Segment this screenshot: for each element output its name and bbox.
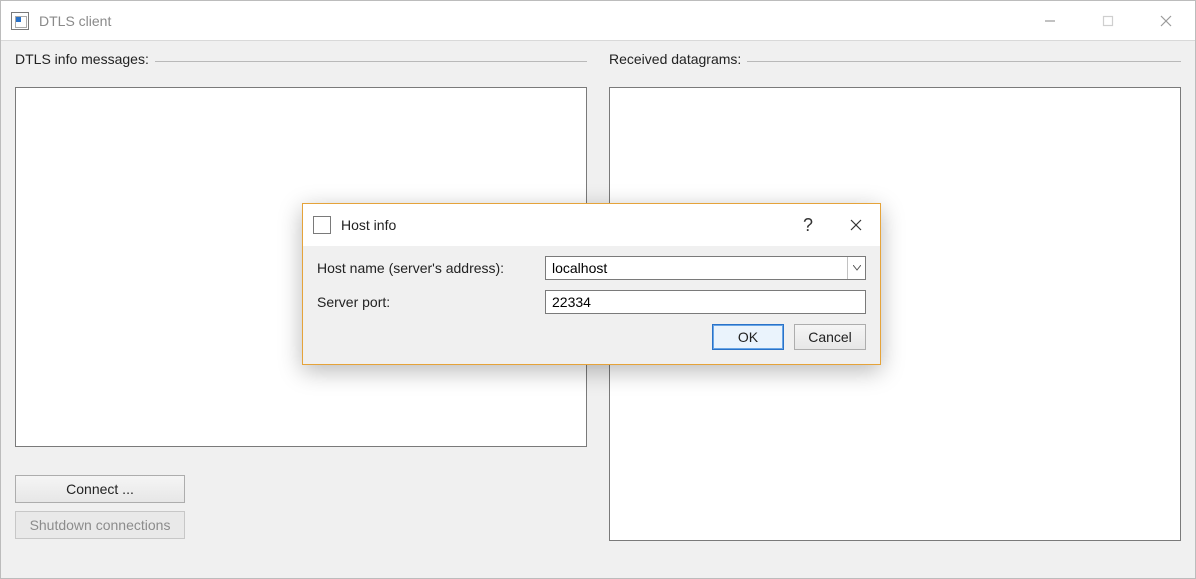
- close-button[interactable]: [1137, 1, 1195, 40]
- host-row: Host name (server's address):: [317, 256, 866, 280]
- window-title: DTLS client: [39, 13, 111, 29]
- app-icon: [11, 12, 29, 30]
- ok-button[interactable]: OK: [712, 324, 784, 350]
- port-label: Server port:: [317, 294, 535, 310]
- help-icon: ?: [803, 215, 813, 236]
- info-group-label: DTLS info messages:: [15, 51, 155, 67]
- connect-button[interactable]: Connect ...: [15, 475, 185, 503]
- main-titlebar: DTLS client: [1, 1, 1195, 41]
- cancel-button-label: Cancel: [808, 329, 852, 345]
- maximize-icon: [1102, 15, 1114, 27]
- port-row: Server port:: [317, 290, 866, 314]
- shutdown-button[interactable]: Shutdown connections: [15, 511, 185, 539]
- cancel-button[interactable]: Cancel: [794, 324, 866, 350]
- ok-button-label: OK: [738, 329, 758, 345]
- dialog-help-button[interactable]: ?: [784, 204, 832, 246]
- close-icon: [850, 219, 862, 231]
- dialog-title: Host info: [341, 217, 396, 233]
- dialog-app-icon: [313, 216, 331, 234]
- host-info-dialog: Host info ? Host name (server's address)…: [302, 203, 881, 365]
- host-label: Host name (server's address):: [317, 260, 535, 276]
- dialog-titlebar: Host info ?: [303, 204, 880, 246]
- maximize-button[interactable]: [1079, 1, 1137, 40]
- host-input[interactable]: [546, 257, 847, 279]
- dialog-button-row: OK Cancel: [317, 324, 866, 350]
- minimize-button[interactable]: [1021, 1, 1079, 40]
- chevron-down-icon[interactable]: [847, 257, 865, 279]
- connect-button-label: Connect ...: [66, 481, 134, 497]
- received-group-label: Received datagrams:: [609, 51, 747, 67]
- window-controls: [1021, 1, 1195, 40]
- port-input[interactable]: [545, 290, 866, 314]
- dialog-close-button[interactable]: [832, 204, 880, 246]
- close-icon: [1160, 15, 1172, 27]
- minimize-icon: [1044, 15, 1056, 27]
- dialog-body: Host name (server's address): Server por…: [303, 246, 880, 364]
- host-combobox[interactable]: [545, 256, 866, 280]
- shutdown-button-label: Shutdown connections: [30, 517, 171, 533]
